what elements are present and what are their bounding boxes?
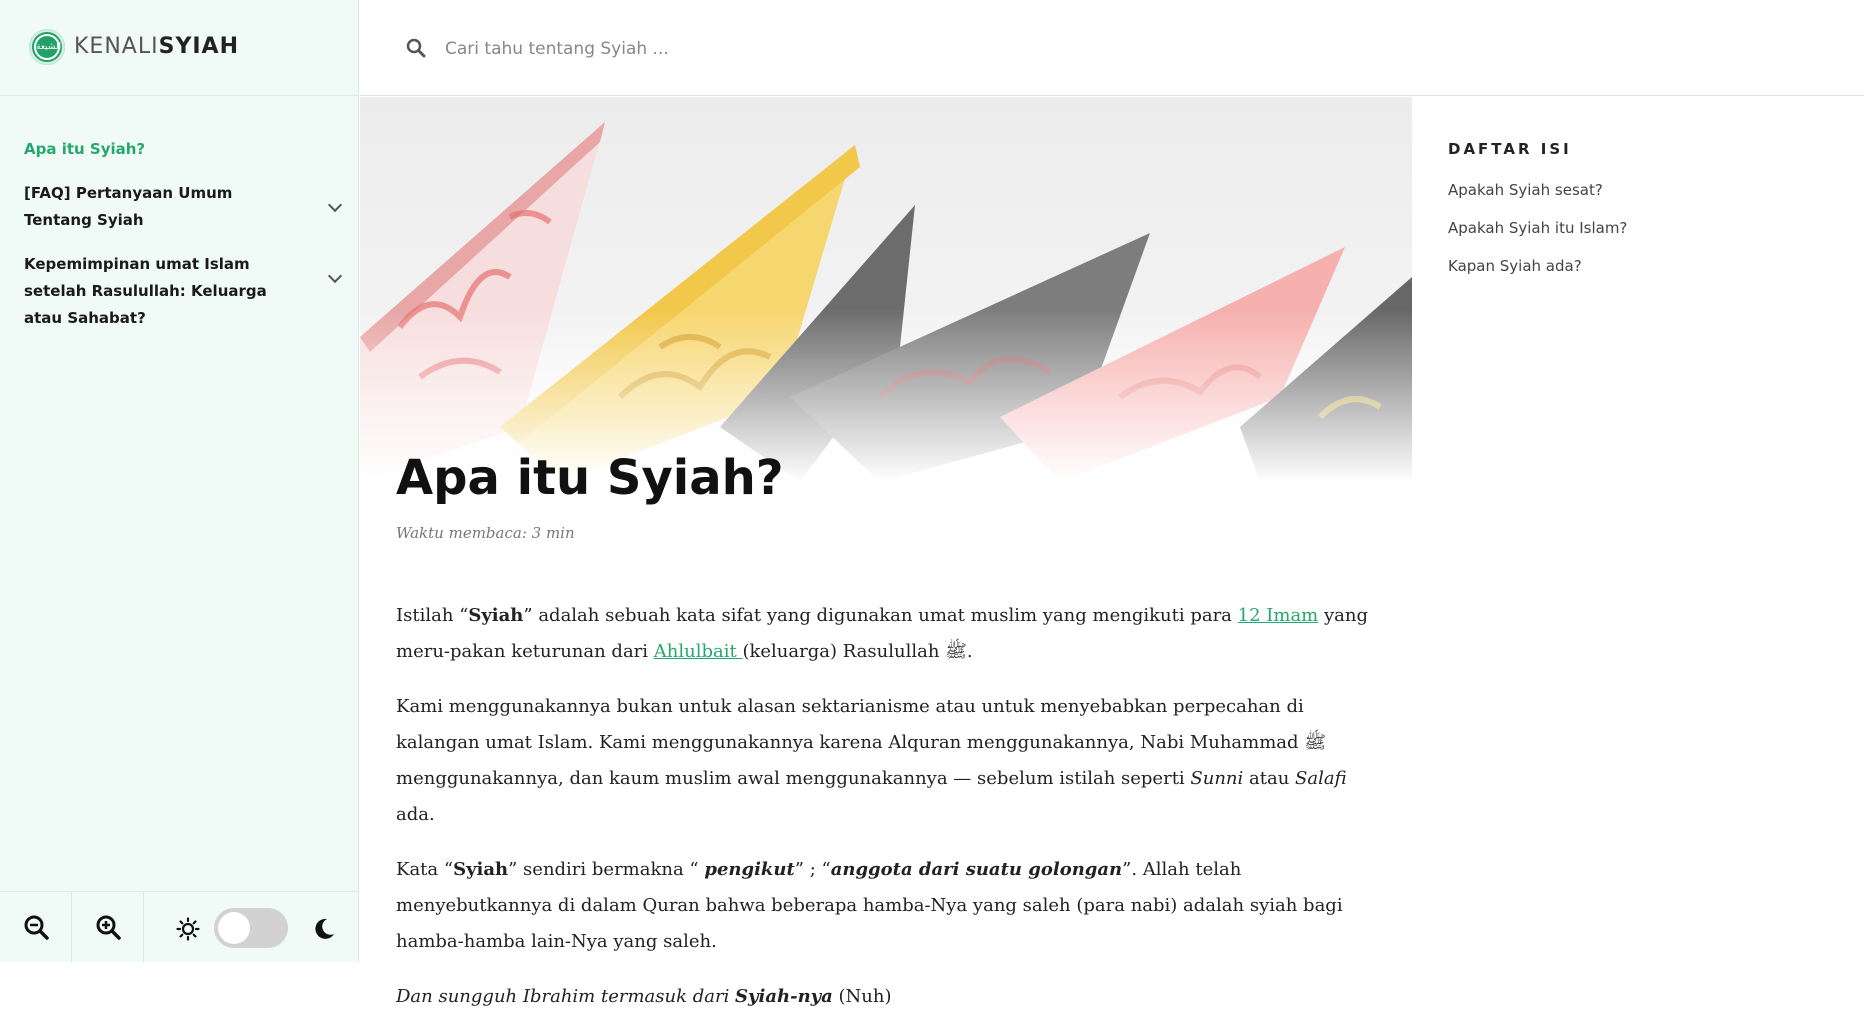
theme-switcher — [144, 892, 359, 962]
search-icon — [406, 38, 426, 62]
sidebar-item-faq[interactable]: [FAQ] Pertanyaan Umum Tentang Syiah — [24, 180, 344, 234]
text-span: ” ; “ — [794, 859, 831, 880]
blockquote: Dan sungguh Ibrahim termasuk dari Syiah-… — [396, 979, 1376, 1015]
text-span: Kata “ — [396, 859, 454, 880]
paragraph: Kami menggunakannya bukan untuk alasan s… — [396, 689, 1376, 833]
search-input[interactable] — [443, 30, 1147, 68]
brand-prefix: KENALI — [74, 34, 159, 59]
sun-icon[interactable] — [176, 917, 200, 941]
text-span: ” sendiri bermakna “ — [508, 859, 705, 880]
page-title: Apa itu Syiah? — [396, 450, 784, 506]
sidebar-item-kepemimpinan[interactable]: Kepemimpinan umat Islam setelah Rasulull… — [24, 251, 344, 332]
text-span: Dan sungguh Ibrahim termasuk dari — [396, 986, 736, 1007]
paragraph: Istilah “Syiah” adalah sebuah kata sifat… — [396, 598, 1376, 670]
bold-text: Syiah — [453, 859, 509, 880]
toc-item[interactable]: Apakah Syiah sesat? — [1448, 178, 1828, 202]
hero-image — [360, 97, 1412, 482]
table-of-contents: DAFTAR ISI Apakah Syiah sesat? Apakah Sy… — [1448, 140, 1828, 292]
hero-fade — [360, 97, 1412, 482]
brand-name-bold: SYIAH — [158, 34, 239, 59]
sidebar-item-label: [FAQ] Pertanyaan Umum Tentang Syiah — [24, 184, 233, 229]
reading-time: Waktu membaca: 3 min — [396, 524, 575, 542]
logo[interactable]: الشيعة — [29, 29, 65, 65]
sidebar: الشيعة KENALISYIAH Apa itu Syiah? [FAQ] … — [0, 0, 359, 962]
sidebar-nav: Apa itu Syiah? [FAQ] Pertanyaan Umum Ten… — [24, 136, 344, 349]
logo-text: الشيعة — [34, 34, 61, 60]
zoom-in-button[interactable] — [72, 892, 144, 962]
italic-text: Salafi — [1295, 768, 1347, 789]
toggle-knob — [218, 912, 250, 944]
bold-italic-text: anggota dari suatu golongan — [830, 859, 1123, 880]
sidebar-item-apa-itu-syiah[interactable]: Apa itu Syiah? — [24, 136, 344, 163]
sidebar-item-label: Apa itu Syiah? — [24, 140, 146, 158]
bold-text: Syiah-nya — [735, 986, 833, 1007]
zoom-out-button[interactable] — [0, 892, 72, 962]
bold-text: Syiah — [468, 605, 524, 626]
chevron-down-icon[interactable] — [327, 268, 343, 284]
toc-item[interactable]: Kapan Syiah ada? — [1448, 254, 1828, 278]
zoom-in-icon — [96, 915, 121, 940]
article-content: Istilah “Syiah” adalah sebuah kata sifat… — [396, 598, 1376, 1034]
brand-header: الشيعة KENALISYIAH — [0, 0, 359, 96]
text-span: ” adalah sebuah kata sifat yang digunaka… — [523, 605, 1238, 626]
text-span: Kami menggunakannya bukan untuk alasan s… — [396, 696, 1327, 789]
sidebar-footer — [0, 891, 359, 962]
moon-icon[interactable] — [312, 917, 336, 941]
link-12-imam[interactable]: 12 Imam — [1238, 605, 1319, 626]
sidebar-item-label: Kepemimpinan umat Islam setelah Rasulull… — [24, 255, 267, 327]
zoom-out-icon — [24, 915, 49, 940]
toc-item[interactable]: Apakah Syiah itu Islam? — [1448, 216, 1828, 240]
text-span: (keluarga) Rasulullah ﷺ. — [742, 641, 973, 662]
brand-name[interactable]: KENALISYIAH — [74, 34, 239, 59]
text-span: Istilah “ — [396, 605, 469, 626]
text-span: atau — [1243, 768, 1296, 789]
toc-title: DAFTAR ISI — [1448, 140, 1572, 158]
dark-mode-toggle[interactable] — [214, 908, 288, 948]
paragraph: Kata “Syiah” sendiri bermakna “ pengikut… — [396, 852, 1376, 960]
chevron-down-icon[interactable] — [327, 197, 343, 213]
link-ahlulbait[interactable]: Ahlulbait — [654, 641, 743, 662]
bold-italic-text: pengikut — [704, 859, 795, 880]
text-span: (Nuh) — [832, 986, 892, 1007]
text-span: ada. — [396, 804, 435, 825]
italic-text: Sunni — [1190, 768, 1244, 789]
